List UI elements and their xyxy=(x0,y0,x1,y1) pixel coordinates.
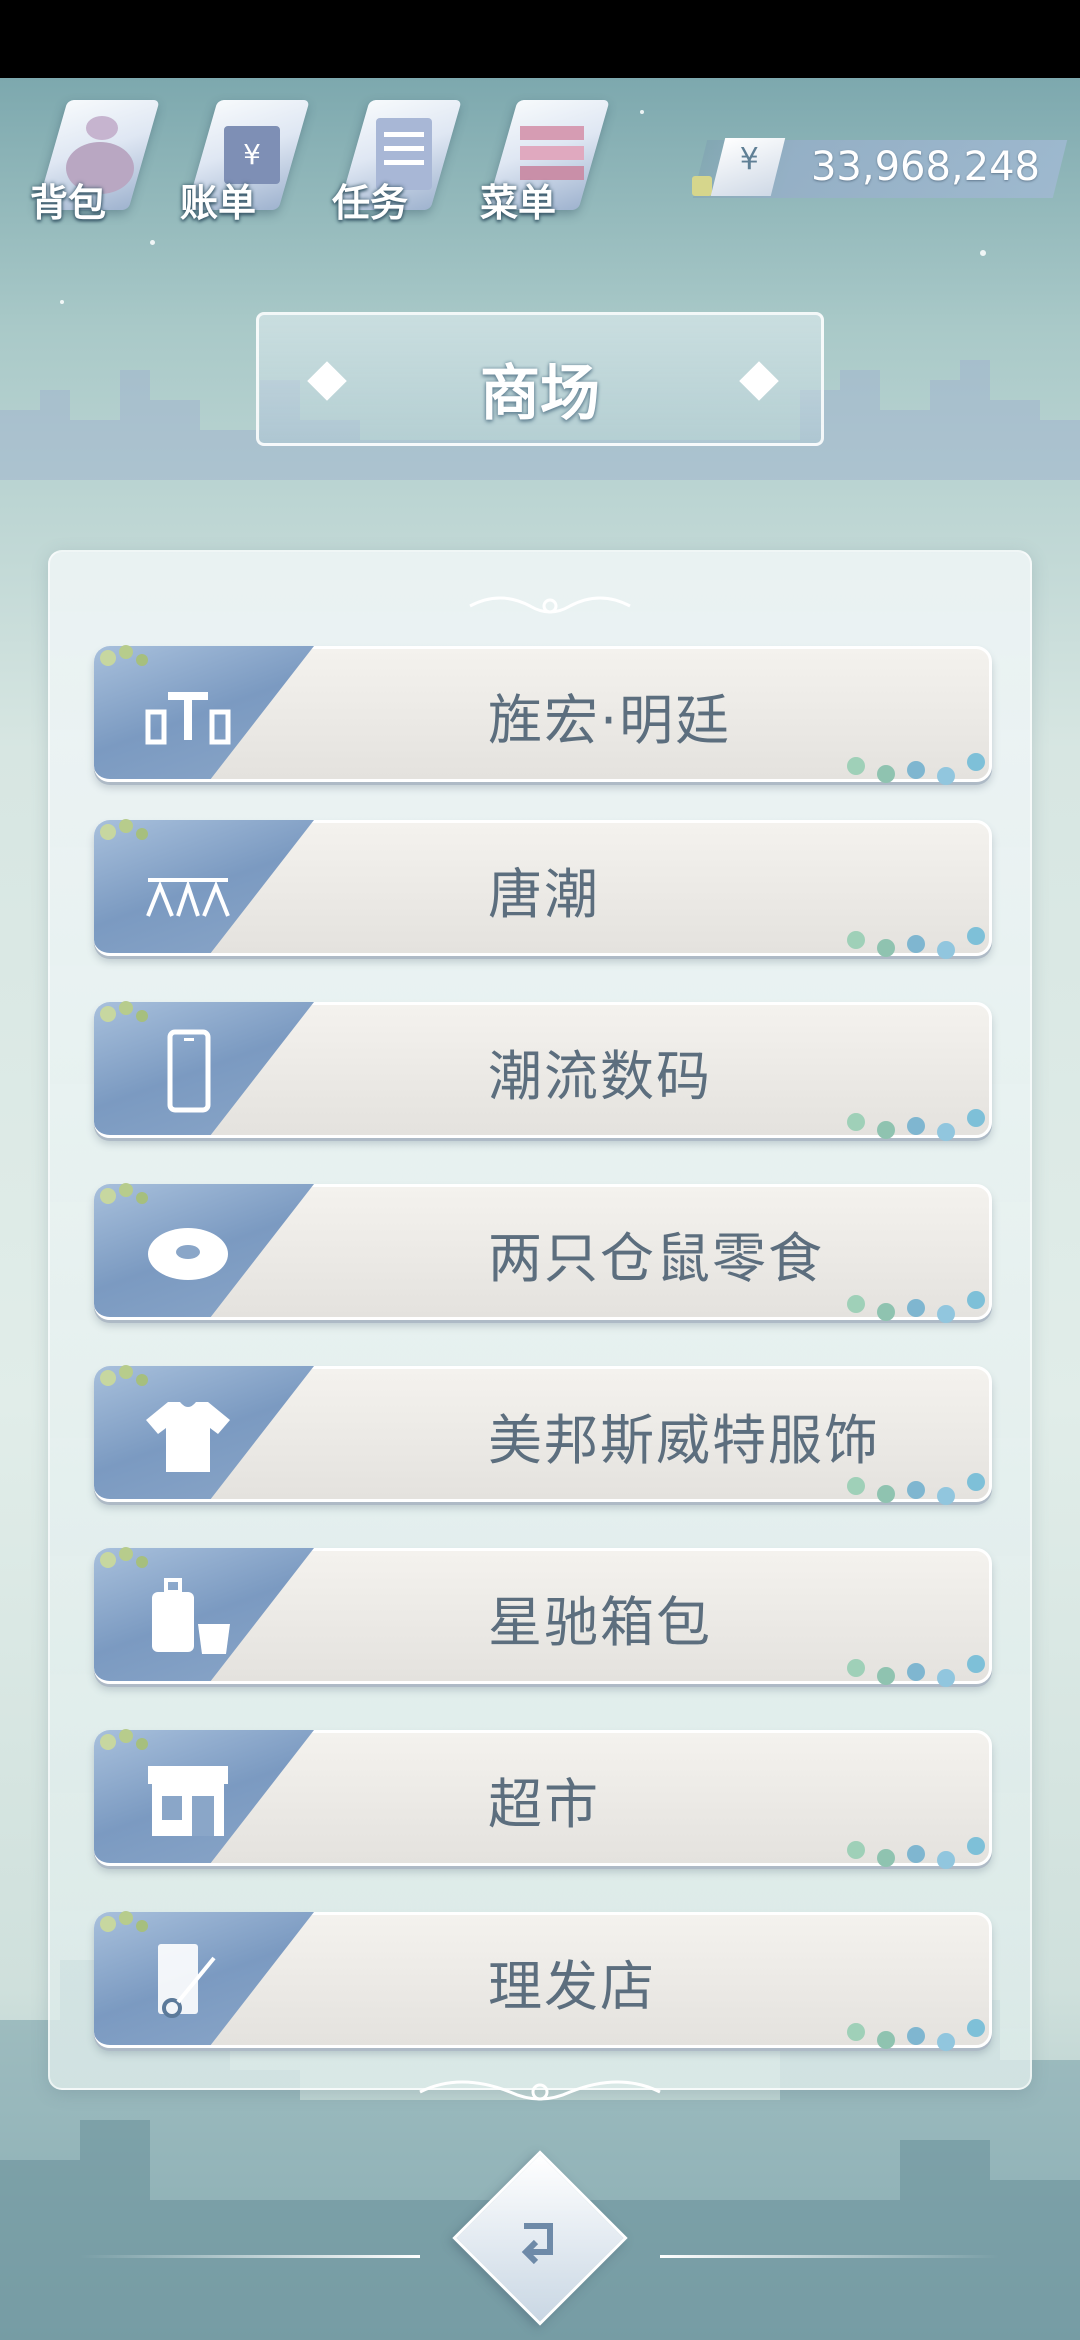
leaf-decoration xyxy=(847,753,985,785)
divider-line-right xyxy=(660,2255,1000,2258)
leaf-decoration xyxy=(847,1291,985,1323)
svg-text:¥: ¥ xyxy=(243,138,261,171)
page-title-plate: 商场 xyxy=(256,312,824,446)
currency-plus-marker xyxy=(692,176,712,196)
sparkle xyxy=(60,300,64,304)
leaf-decoration xyxy=(847,1473,985,1505)
shop-item-snacks[interactable]: 两只仓鼠零食 xyxy=(94,1183,992,1323)
toolbar-label: 任务 xyxy=(332,181,409,225)
shop-item-mingting[interactable]: 旌宏·明廷 xyxy=(94,645,992,785)
shop-item-tangchao[interactable]: 唐潮 xyxy=(94,819,992,959)
shop-item-digital[interactable]: 潮流数码 xyxy=(94,1001,992,1141)
divider-line-left xyxy=(80,2255,420,2258)
sparkle xyxy=(640,110,644,114)
leaf-decoration xyxy=(847,927,985,959)
shop-item-barbershop[interactable]: 理发店 xyxy=(94,1911,992,2051)
task-button[interactable]: 任务 xyxy=(332,92,462,232)
donut-icon xyxy=(148,1228,228,1280)
luggage-icon xyxy=(152,1578,230,1654)
phone-icon xyxy=(167,1029,211,1113)
flourish-ornament-bottom xyxy=(419,2080,661,2101)
leaf-decoration xyxy=(847,1837,985,1869)
toolbar-label: 菜单 xyxy=(480,181,557,225)
store-icon xyxy=(148,1766,228,1836)
currency-amount: 33,968,248 xyxy=(810,144,1040,190)
shop-item-supermarket[interactable]: 超市 xyxy=(94,1729,992,1869)
leaf-decoration xyxy=(847,1655,985,1687)
bill-button[interactable]: ¥ 账单 xyxy=(180,92,310,232)
shop-item-luggage[interactable]: 星驰箱包 xyxy=(94,1547,992,1687)
furniture-icon xyxy=(145,692,231,745)
tshirt-icon xyxy=(146,1402,230,1472)
clothing-rack-icon xyxy=(146,878,230,917)
toolbar-label: 背包 xyxy=(30,181,107,225)
sparkle xyxy=(150,240,155,245)
backpack-button[interactable]: 背包 xyxy=(30,92,160,232)
leaf-decoration xyxy=(847,2019,985,2051)
back-arrow-icon xyxy=(521,2223,553,2265)
shop-item-apparel[interactable]: 美邦斯威特服饰 xyxy=(94,1365,992,1505)
menu-button[interactable]: 菜单 xyxy=(480,92,610,232)
flourish-ornament-top xyxy=(469,596,631,614)
sparkle xyxy=(980,250,986,256)
scissors-comb-icon xyxy=(158,1944,216,2018)
toolbar-label: 账单 xyxy=(180,181,257,225)
currency-symbol: ¥ xyxy=(740,142,760,177)
leaf-decoration xyxy=(847,1109,985,1141)
page-title: 商场 xyxy=(480,359,600,429)
status-bar xyxy=(0,0,1080,78)
